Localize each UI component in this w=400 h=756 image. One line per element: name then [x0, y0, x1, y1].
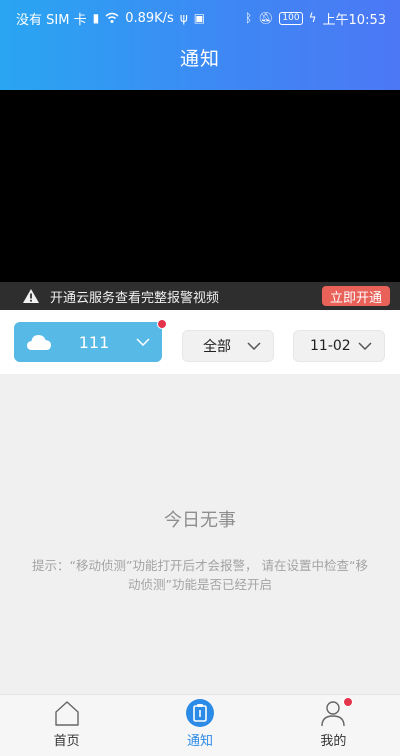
bluetooth-icon: ᛒ — [244, 11, 253, 25]
nav-label-profile: 我的 — [320, 734, 347, 749]
gallery-icon: ▣ — [193, 11, 206, 25]
carrier-text: 没有 SIM 卡 — [16, 12, 87, 28]
device-name: 111 — [78, 332, 110, 352]
nav-label-notification: 通知 — [186, 734, 213, 749]
date-select[interactable]: 11-02 — [293, 330, 385, 362]
nav-label-home: 首页 — [53, 734, 80, 749]
page-title: 通知 — [179, 48, 220, 70]
header: 没有 SIM 卡 ▮ 0.89K/s ψ ▣ ᛒ 🔕︎ 100 ϟ 上午10:5… — [0, 0, 400, 90]
sim-icon: ▮ — [92, 11, 100, 25]
cloud-icon — [27, 335, 51, 350]
bottom-nav: 首页 通知 我的 — [0, 694, 400, 756]
event-type-value: 全部 — [203, 339, 231, 355]
chevron-down-icon — [247, 342, 261, 350]
open-now-button[interactable]: 立即开通 — [321, 286, 390, 306]
notification-list[interactable]: 今日无事 提示：“移动侦测”功能打开后才会报警， 请在设置中检查“移动侦测”功能… — [0, 374, 400, 694]
device-alert-dot — [157, 319, 167, 329]
chevron-down-icon — [136, 338, 150, 346]
profile-icon — [321, 701, 346, 727]
status-bar: 没有 SIM 卡 ▮ 0.89K/s ψ ▣ ᛒ 🔕︎ 100 ϟ 上午10:5… — [0, 0, 400, 36]
empty-state-hint: 提示：“移动侦测”功能打开后才会报警， 请在设置中检查“移动侦测”功能是否已经开… — [32, 558, 368, 592]
filter-bar: 111 全部 11-02 — [0, 310, 400, 374]
event-type-select[interactable]: 全部 — [182, 330, 274, 362]
date-value: 11-02 — [310, 338, 351, 354]
battery-icon: 100 — [279, 11, 303, 25]
nav-item-home[interactable]: 首页 — [0, 695, 133, 756]
battery-level: 100 — [282, 13, 300, 23]
nav-item-profile[interactable]: 我的 — [267, 695, 400, 756]
clock: 上午10:53 — [322, 12, 386, 28]
warning-icon — [23, 289, 39, 303]
wifi-icon — [105, 12, 119, 23]
nav-item-notification[interactable]: 通知 — [133, 695, 354, 756]
home-icon — [54, 701, 79, 726]
empty-state-title: 今日无事 — [164, 510, 236, 531]
notification-icon — [185, 699, 214, 727]
network-speed: 0.89K/s — [125, 10, 174, 26]
device-select[interactable]: 111 — [14, 322, 162, 362]
charging-icon: ϟ — [308, 11, 317, 25]
usb-icon: ψ — [179, 11, 188, 25]
cloud-service-banner: 开通云服务查看完整报警视频 立即开通 — [0, 282, 400, 310]
video-player[interactable] — [0, 90, 400, 282]
chevron-down-icon — [358, 342, 372, 350]
mute-icon: 🔕︎ — [258, 11, 274, 25]
banner-text: 开通云服务查看完整报警视频 — [50, 290, 220, 306]
